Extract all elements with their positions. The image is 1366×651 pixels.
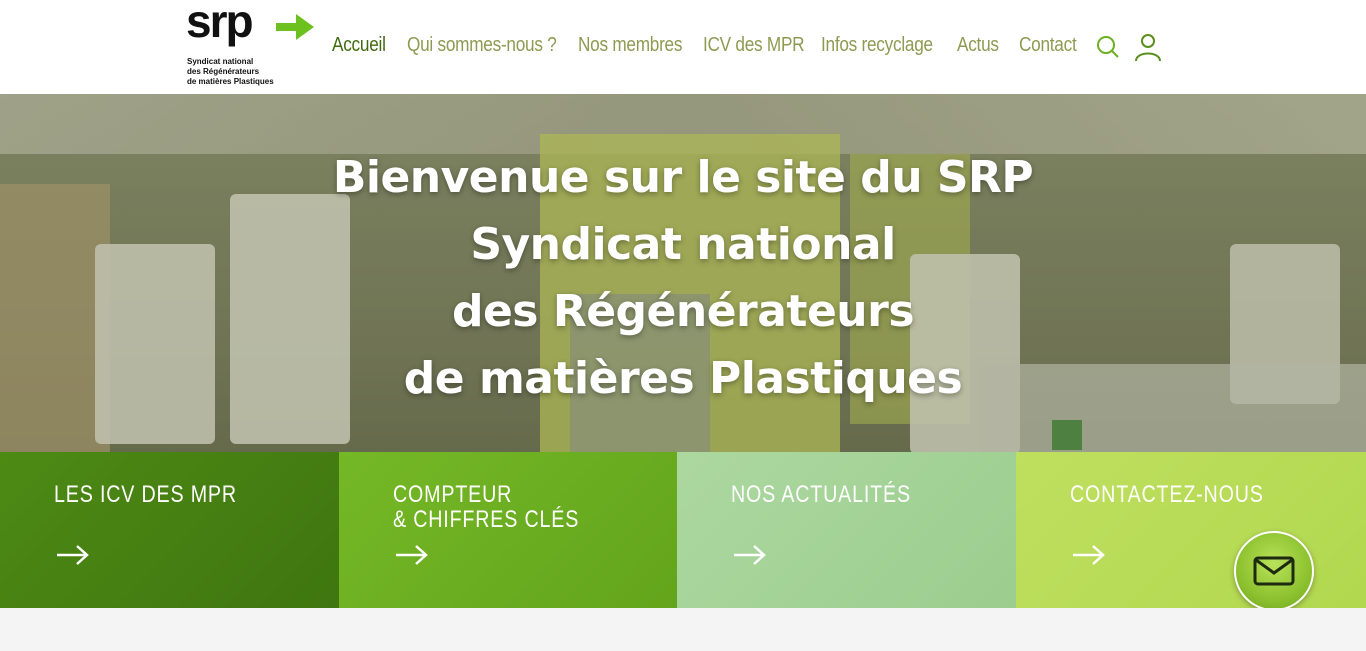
logo-subtitle-line: des Régénérateurs [187, 67, 260, 76]
main-nav: Accueil Qui sommes-nous ? Nos membres IC… [332, 30, 1092, 64]
hero-banner: Bienvenue sur le site du SRP Syndicat na… [0, 94, 1366, 452]
mail-button[interactable] [1234, 531, 1314, 611]
logo-subtitle-line: de matières Plastiques [187, 77, 274, 86]
site-header: srp Syndicat national des Régénérateurs … [0, 0, 1366, 94]
hero-title: Bienvenue sur le site du SRP Syndicat na… [0, 144, 1366, 412]
tile-label: COMPTEUR & CHIFFRES CLÉS [393, 482, 579, 532]
tile-label: LES ICV DES MPR [54, 482, 237, 507]
nav-item-accueil[interactable]: Accueil [332, 34, 386, 57]
mail-icon [1253, 556, 1295, 586]
nav-item-infos-recyclage[interactable]: Infos recyclage [821, 34, 933, 57]
hero-title-line: Syndicat national [470, 219, 896, 270]
tile-compteur-chiffres-cles[interactable]: COMPTEUR & CHIFFRES CLÉS [339, 452, 677, 608]
nav-item-qui-sommes-nous[interactable]: Qui sommes-nous ? [407, 34, 557, 57]
nav-item-contact[interactable]: Contact [1019, 34, 1077, 57]
tile-icv-des-mpr[interactable]: LES ICV DES MPR [0, 452, 339, 608]
hero-title-line: des Régénérateurs [451, 286, 915, 337]
arrow-right-icon [1073, 545, 1105, 565]
hero-title-line: de matières Plastiques [403, 353, 963, 404]
tile-label-line: COMPTEUR [393, 481, 513, 508]
arrow-right-icon [734, 545, 766, 565]
tile-label: CONTACTEZ-NOUS [1070, 482, 1264, 507]
nav-item-nos-membres[interactable]: Nos membres [578, 34, 682, 57]
arrow-right-icon [396, 545, 428, 565]
logo-arrow-icon [276, 14, 314, 40]
logo-wordmark: srp [186, 0, 254, 47]
arrow-right-icon [57, 545, 89, 565]
nav-item-actus[interactable]: Actus [957, 34, 999, 57]
tile-nos-actualites[interactable]: NOS ACTUALITÉS [677, 452, 1016, 608]
hero-title-line: Bienvenue sur le site du SRP [332, 152, 1034, 203]
logo-subtitle: Syndicat national des Régénérateurs de m… [187, 57, 287, 87]
tile-label-line: CONTACTEZ-NOUS [1070, 481, 1264, 508]
page-content-area [0, 608, 1366, 651]
tile-contactez-nous[interactable]: CONTACTEZ-NOUS [1016, 452, 1366, 608]
search-icon[interactable] [1096, 34, 1120, 60]
tile-label-line: LES ICV DES MPR [54, 481, 237, 508]
tile-label: NOS ACTUALITÉS [731, 482, 911, 507]
logo-subtitle-line: Syndicat national [187, 57, 254, 66]
nav-item-icv-des-mpr[interactable]: ICV des MPR [703, 34, 805, 57]
tile-label-line: NOS ACTUALITÉS [731, 481, 911, 508]
tile-label-line: & CHIFFRES CLÉS [393, 506, 580, 533]
srp-logo[interactable]: srp Syndicat national des Régénérateurs … [186, 0, 318, 92]
user-icon[interactable] [1134, 32, 1162, 62]
feature-tiles: LES ICV DES MPR COMPTEUR & CHIFFRES CLÉS… [0, 452, 1366, 608]
